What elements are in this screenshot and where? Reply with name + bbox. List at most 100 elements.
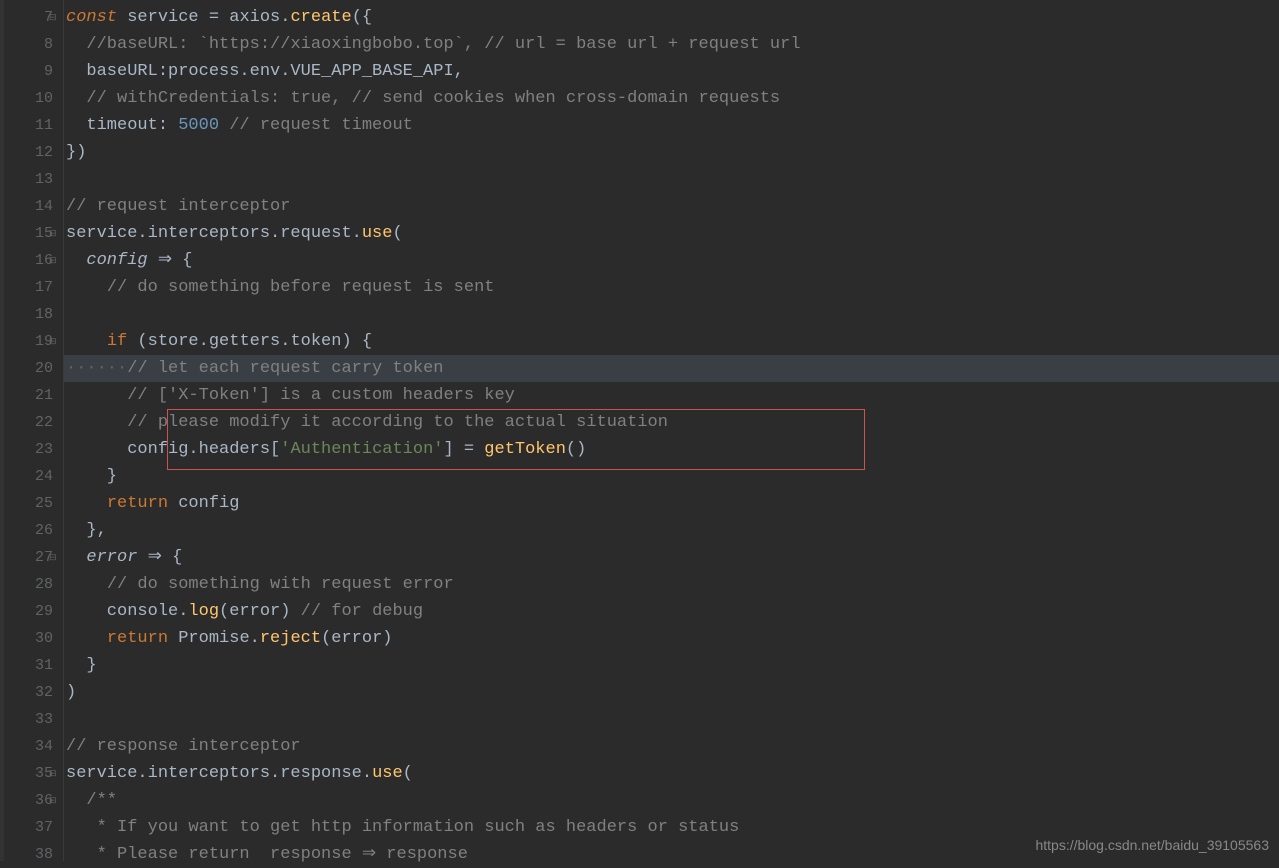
code-token: config: [178, 494, 239, 513]
code-token: reject: [260, 629, 321, 648]
gutter-row: 11: [0, 112, 63, 139]
code-area[interactable]: const service = axios.create({ //baseURL…: [64, 0, 1279, 861]
gutter-row: 17: [0, 274, 63, 301]
code-line[interactable]: [64, 166, 1279, 193]
code-token: ] =: [443, 440, 484, 459]
fold-icon[interactable]: ⊟: [49, 553, 59, 563]
code-token: const: [66, 8, 127, 27]
code-line[interactable]: service.interceptors.request.use(: [64, 220, 1279, 247]
gutter-row: 18: [0, 301, 63, 328]
code-line[interactable]: config.headers['Authentication'] = getTo…: [64, 436, 1279, 463]
code-token: return: [107, 629, 178, 648]
code-line[interactable]: // request interceptor: [64, 193, 1279, 220]
code-token: [66, 548, 86, 567]
line-number: 37: [25, 819, 63, 836]
line-number: 10: [25, 90, 63, 107]
code-token: },: [66, 521, 107, 540]
code-line[interactable]: config ⇒ {: [64, 247, 1279, 274]
code-line[interactable]: console.log(error) // for debug: [64, 598, 1279, 625]
code-line[interactable]: return Promise.reject(error): [64, 625, 1279, 652]
gutter-row: 25: [0, 490, 63, 517]
code-line[interactable]: [64, 301, 1279, 328]
gutter-row: 28: [0, 571, 63, 598]
code-token: [66, 332, 107, 351]
code-token: }: [66, 656, 97, 675]
code-line[interactable]: // please modify it according to the act…: [64, 409, 1279, 436]
gutter-row: 19⊟: [0, 328, 63, 355]
gutter-row: 21: [0, 382, 63, 409]
code-token: .: [280, 8, 290, 27]
code-line[interactable]: baseURL:process.env.VUE_APP_BASE_API,: [64, 58, 1279, 85]
fold-icon[interactable]: ⊟: [49, 229, 59, 239]
code-line[interactable]: }): [64, 139, 1279, 166]
line-number: 33: [25, 711, 63, 728]
fold-icon[interactable]: ⊟: [49, 769, 59, 779]
fold-icon[interactable]: ⊟: [49, 337, 59, 347]
gutter-row: 16⊟: [0, 247, 63, 274]
line-number: 13: [25, 171, 63, 188]
fold-icon[interactable]: ⊟: [49, 256, 59, 266]
code-token: 5000: [178, 116, 229, 135]
code-line[interactable]: /**: [64, 787, 1279, 814]
code-token: ⇒: [148, 548, 172, 567]
code-token: [66, 629, 107, 648]
code-token: return: [107, 494, 178, 513]
fold-icon[interactable]: ⊟: [49, 796, 59, 806]
code-line[interactable]: ): [64, 679, 1279, 706]
gutter-row: 38: [0, 841, 63, 868]
code-token: }): [66, 143, 86, 162]
gutter-row: 13: [0, 166, 63, 193]
code-token: (error): [219, 602, 301, 621]
code-token: // request timeout: [229, 116, 413, 135]
fold-icon[interactable]: ⊟: [49, 13, 59, 23]
code-token: (: [403, 764, 413, 783]
code-line[interactable]: //baseURL: `https://xiaoxingbobo.top`, /…: [64, 31, 1279, 58]
line-number: 21: [25, 387, 63, 404]
code-line[interactable]: // do something with request error: [64, 571, 1279, 598]
code-token: [66, 413, 127, 432]
line-number: 11: [25, 117, 63, 134]
line-number: 38: [25, 846, 63, 863]
code-token: getToken: [484, 440, 566, 459]
code-line[interactable]: ······// let each request carry token: [64, 355, 1279, 382]
code-line[interactable]: }: [64, 652, 1279, 679]
code-line[interactable]: // do something before request is sent: [64, 274, 1279, 301]
code-token: [66, 845, 97, 864]
code-line[interactable]: if (store.getters.token) {: [64, 328, 1279, 355]
code-line[interactable]: // ['X-Token'] is a custom headers key: [64, 382, 1279, 409]
code-token: (: [392, 224, 402, 243]
code-token: =: [209, 8, 229, 27]
line-number: 18: [25, 306, 63, 323]
code-token: // response interceptor: [66, 737, 301, 756]
code-line[interactable]: // withCredentials: true, // send cookie…: [64, 85, 1279, 112]
gutter-row: 34: [0, 733, 63, 760]
code-line[interactable]: return config: [64, 490, 1279, 517]
gutter-row: 7⊟: [0, 4, 63, 31]
code-token: {: [182, 251, 192, 270]
code-token: config.headers[: [66, 440, 280, 459]
code-token: baseURL:process.env.VUE_APP_BASE_API,: [66, 62, 464, 81]
code-line[interactable]: }: [64, 463, 1279, 490]
code-token: service: [127, 8, 209, 27]
code-token: [66, 575, 107, 594]
gutter-row: 29: [0, 598, 63, 625]
code-line[interactable]: error ⇒ {: [64, 544, 1279, 571]
code-token: config: [86, 251, 157, 270]
code-line[interactable]: service.interceptors.response.use(: [64, 760, 1279, 787]
code-line[interactable]: // response interceptor: [64, 733, 1279, 760]
code-line[interactable]: },: [64, 517, 1279, 544]
code-editor[interactable]: 7⊟89101112131415⊟16⊟171819⊟2021222324252…: [0, 0, 1279, 861]
line-number: 24: [25, 468, 63, 485]
gutter-row: 37: [0, 814, 63, 841]
gutter-row: 33: [0, 706, 63, 733]
code-token: .: [178, 602, 188, 621]
gutter-row: 8: [0, 31, 63, 58]
gutter-row: 10: [0, 85, 63, 112]
code-line[interactable]: [64, 706, 1279, 733]
code-token: /**: [86, 791, 117, 810]
line-number: 20: [25, 360, 63, 377]
code-line[interactable]: timeout: 5000 // request timeout: [64, 112, 1279, 139]
code-line[interactable]: const service = axios.create({: [64, 4, 1279, 31]
code-token: timeout:: [66, 116, 178, 135]
code-token: [66, 818, 97, 837]
